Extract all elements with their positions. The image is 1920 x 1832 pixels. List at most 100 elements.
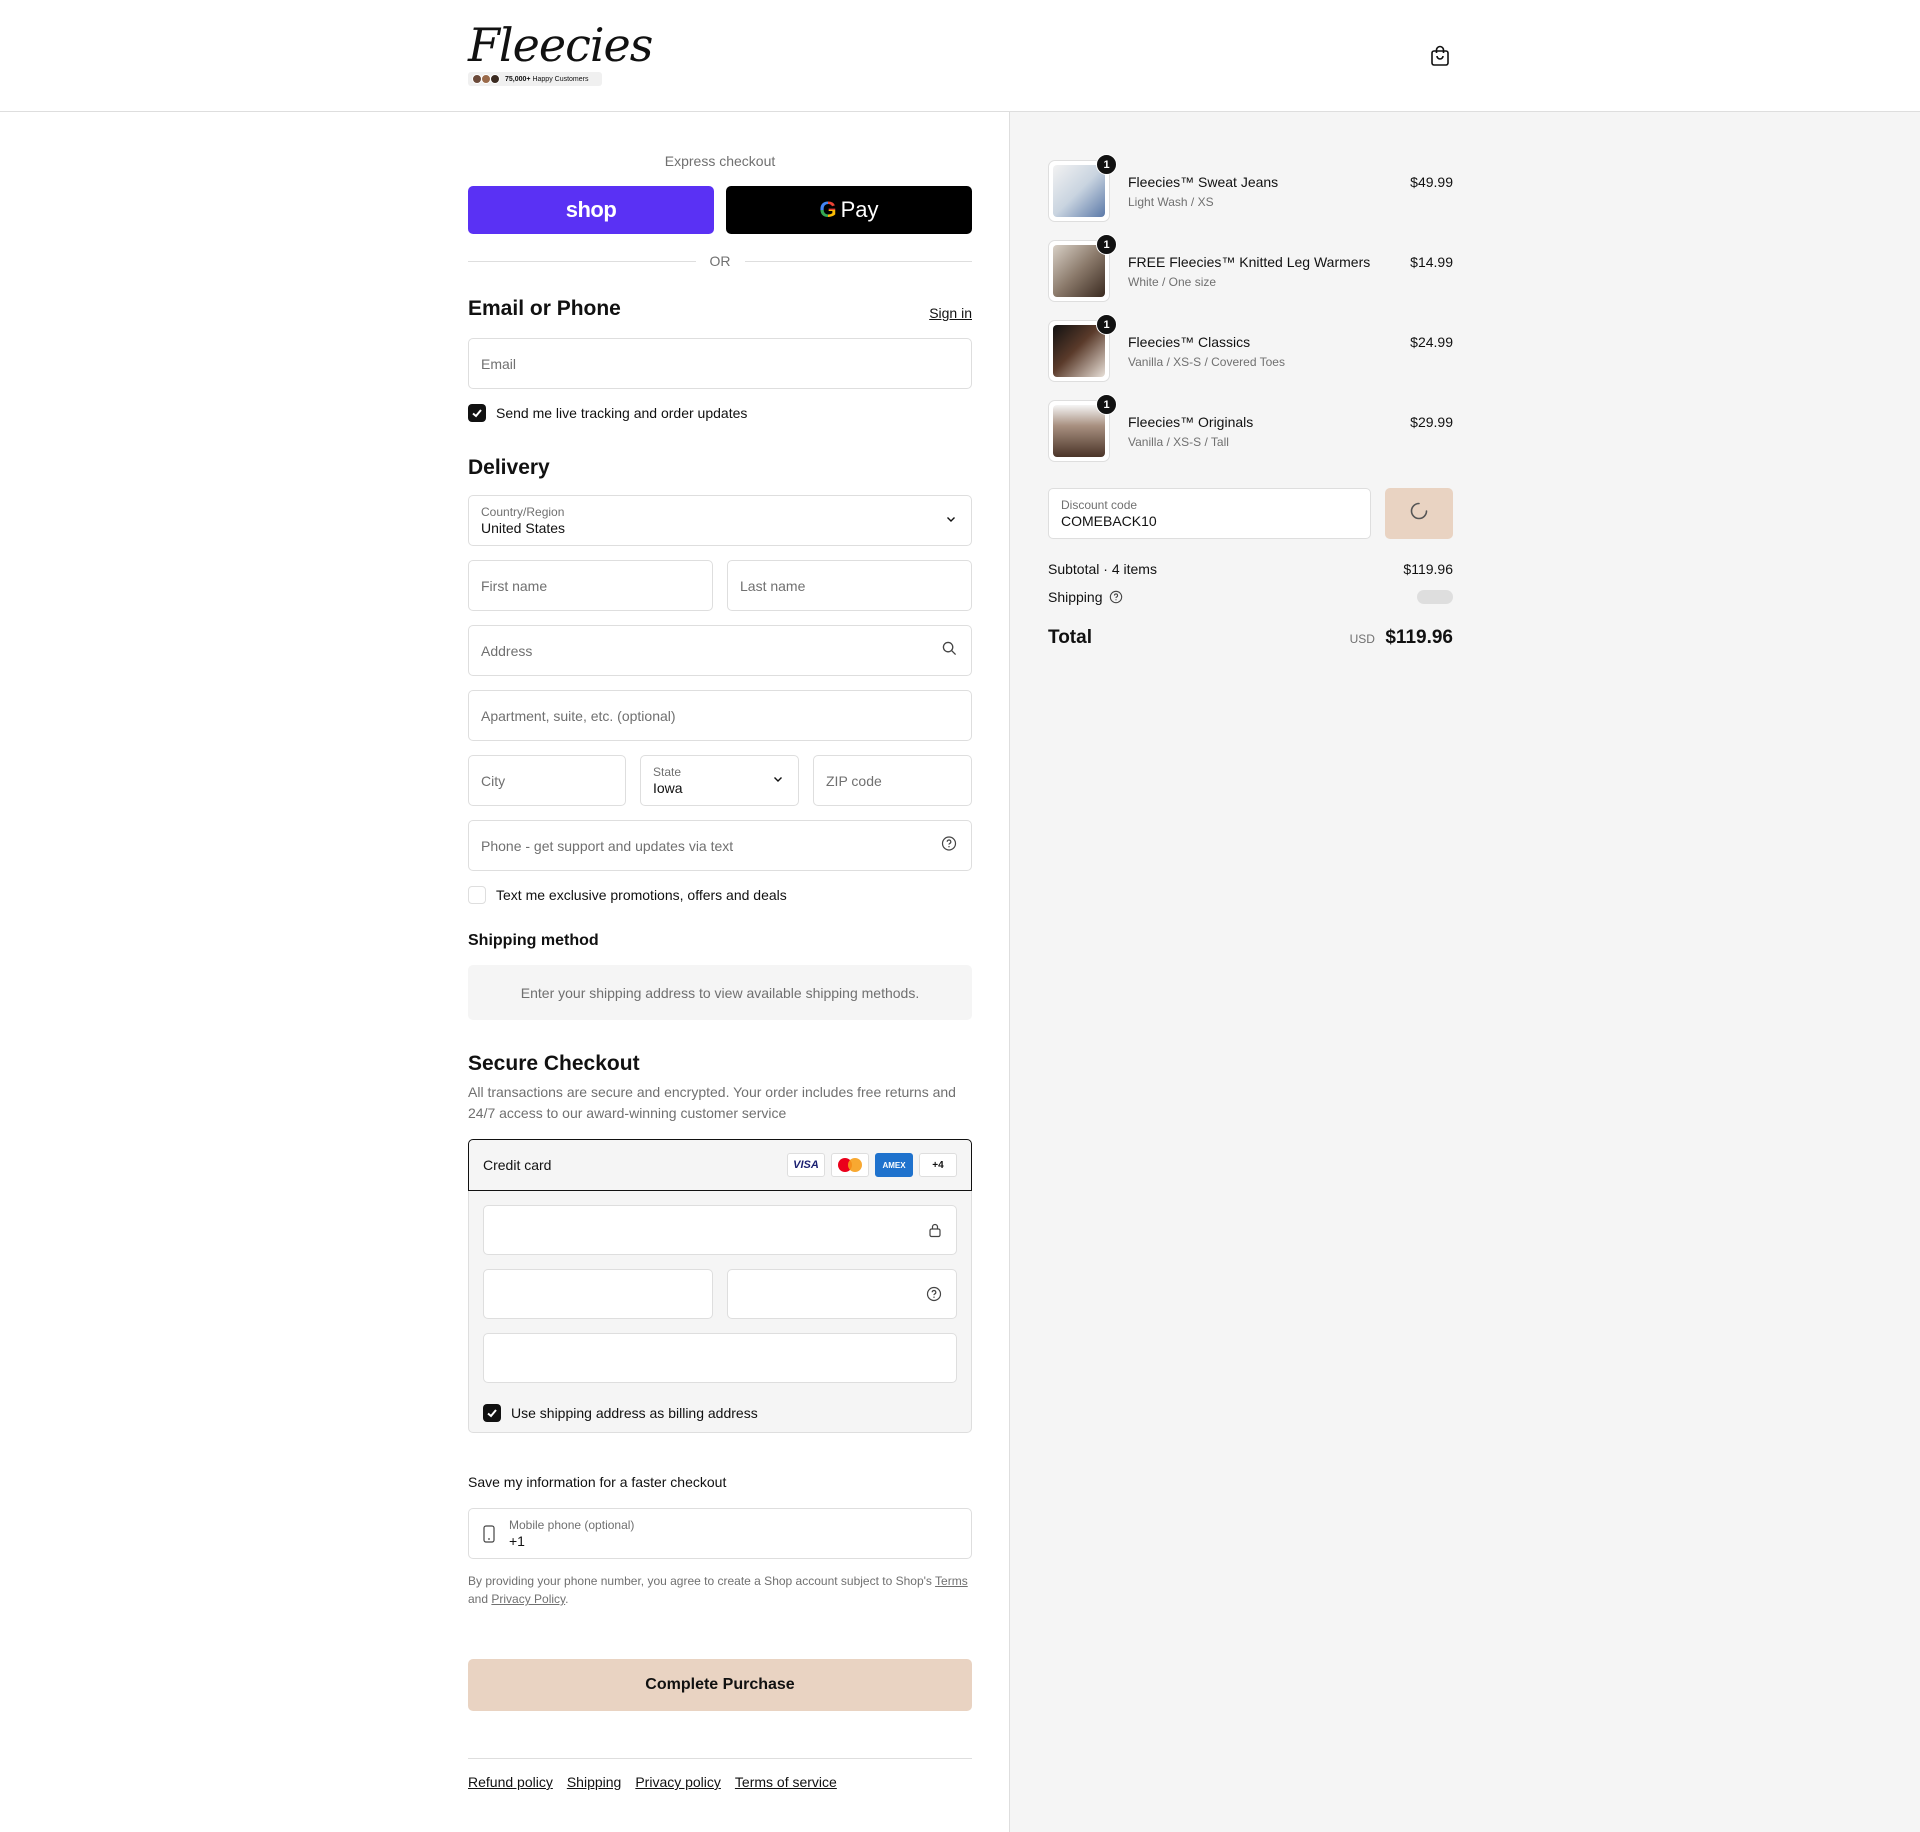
address-placeholder: Address: [481, 642, 533, 659]
privacy-policy-link[interactable]: Privacy policy: [635, 1774, 721, 1790]
line-item: 1 Fleecies™ Classics Vanilla / XS-S / Co…: [1048, 314, 1453, 384]
product-price: $29.99: [1410, 414, 1453, 430]
logo-count: 75,000+: [505, 75, 531, 83]
cart-icon[interactable]: [1428, 44, 1452, 68]
help-icon[interactable]: [1109, 590, 1123, 604]
tracking-checkbox-row[interactable]: Send me live tracking and order updates: [468, 404, 747, 422]
name-on-card-field[interactable]: [483, 1333, 957, 1383]
promo-checkbox-row[interactable]: Text me exclusive promotions, offers and…: [468, 886, 787, 904]
shop-pay-button[interactable]: shop: [468, 186, 714, 234]
google-g-icon: G: [819, 197, 837, 222]
or-divider: OR: [468, 253, 972, 269]
apply-discount-button[interactable]: [1385, 488, 1453, 539]
first-name-field[interactable]: First name: [468, 560, 713, 611]
product-price: $49.99: [1410, 174, 1453, 190]
mobile-phone-field[interactable]: Mobile phone (optional) +1: [468, 1508, 972, 1559]
zip-field[interactable]: ZIP code: [813, 755, 972, 806]
brand-logo[interactable]: Fleecies 75,000+ Happy Customers: [468, 18, 653, 90]
phone-placeholder: Phone - get support and updates via text: [481, 837, 734, 854]
loading-spinner-icon: [1409, 501, 1429, 526]
chevron-down-icon: [772, 772, 784, 790]
country-label: Country/Region: [481, 504, 565, 519]
quantity-badge: 1: [1096, 234, 1117, 255]
legal-and: and: [468, 1592, 489, 1606]
state-select[interactable]: State Iowa: [640, 755, 799, 806]
mobile-phone-icon: [483, 1524, 495, 1543]
complete-purchase-button[interactable]: Complete Purchase: [468, 1659, 972, 1711]
line-item: 1 Fleecies™ Sweat Jeans Light Wash / XS …: [1048, 154, 1453, 224]
terms-link[interactable]: Terms: [935, 1574, 968, 1588]
city-field[interactable]: City: [468, 755, 626, 806]
logo-badge: 75,000+ Happy Customers: [468, 72, 602, 86]
google-pay-button[interactable]: G Pay: [726, 186, 972, 234]
shipping-loading-skeleton: [1417, 590, 1453, 604]
quantity-badge: 1: [1096, 154, 1117, 175]
sign-in-link[interactable]: Sign in: [929, 305, 972, 321]
total-currency: USD: [1349, 632, 1375, 646]
or-label: OR: [709, 253, 731, 269]
product-variant: Vanilla / XS-S / Tall: [1128, 435, 1229, 449]
country-select[interactable]: Country/Region United States: [468, 495, 972, 546]
total-value: $119.96: [1385, 627, 1453, 648]
credit-card-option[interactable]: Credit card VISA AMEX +4: [468, 1139, 972, 1191]
logo-wordmark: Fleecies: [468, 18, 653, 72]
promo-label: Text me exclusive promotions, offers and…: [496, 887, 787, 903]
subtotal-label: Subtotal · 4 items: [1048, 561, 1157, 577]
product-price: $24.99: [1410, 334, 1453, 350]
product-name: Fleecies™ Originals: [1128, 414, 1254, 430]
line-item: 1 FREE Fleecies™ Knitted Leg Warmers Whi…: [1048, 234, 1453, 304]
shipping-label: Shipping: [1048, 589, 1103, 605]
product-name: FREE Fleecies™ Knitted Leg Warmers: [1128, 254, 1371, 270]
logo-tagline-text: Happy Customers: [532, 75, 589, 83]
billing-checkbox[interactable]: [483, 1404, 501, 1422]
product-name: Fleecies™ Sweat Jeans: [1128, 174, 1279, 190]
terms-of-service-link[interactable]: Terms of service: [735, 1774, 837, 1790]
tracking-checkbox[interactable]: [468, 404, 486, 422]
card-brand-logos: VISA AMEX +4: [787, 1153, 957, 1177]
email-field[interactable]: Email: [468, 338, 972, 389]
mastercard-icon: [831, 1153, 869, 1177]
help-icon[interactable]: [926, 1286, 942, 1307]
promo-checkbox[interactable]: [468, 886, 486, 904]
email-placeholder: Email: [481, 355, 517, 372]
quantity-badge: 1: [1096, 394, 1117, 415]
card-number-field[interactable]: [483, 1205, 957, 1255]
shop-pay-label: shop: [565, 197, 617, 222]
phone-field[interactable]: Phone - get support and updates via text: [468, 820, 972, 871]
city-placeholder: City: [481, 772, 506, 789]
subtotal-row: Subtotal · 4 items $119.96: [1048, 561, 1453, 577]
help-icon[interactable]: [941, 835, 957, 856]
country-value: United States: [481, 519, 566, 536]
first-name-placeholder: First name: [481, 577, 548, 594]
discount-code-field[interactable]: Discount code COMEBACK10: [1048, 488, 1371, 539]
expiration-field[interactable]: [483, 1269, 713, 1319]
privacy-policy-link[interactable]: Privacy Policy: [491, 1592, 565, 1606]
subtotal-value: $119.96: [1403, 561, 1453, 577]
product-name: Fleecies™ Classics: [1128, 334, 1251, 350]
tracking-label: Send me live tracking and order updates: [496, 405, 748, 421]
legal-end: .: [565, 1592, 569, 1606]
state-value: Iowa: [653, 779, 683, 796]
lock-icon: [928, 1222, 942, 1243]
address-field[interactable]: Address: [468, 625, 972, 676]
mobile-phone-value: +1: [509, 1532, 525, 1549]
payment-title: Secure Checkout: [468, 1052, 640, 1075]
shipping-policy-link[interactable]: Shipping: [567, 1774, 622, 1790]
billing-checkbox-row[interactable]: Use shipping address as billing address: [483, 1404, 758, 1422]
logo-tagline: 75,000+ Happy Customers: [505, 76, 588, 83]
delivery-title: Delivery: [468, 456, 550, 479]
product-variant: Vanilla / XS-S / Covered Toes: [1128, 355, 1285, 369]
last-name-field[interactable]: Last name: [727, 560, 972, 611]
zip-placeholder: ZIP code: [826, 772, 882, 789]
customer-avatar: [490, 74, 500, 84]
chevron-down-icon: [945, 512, 957, 530]
refund-policy-link[interactable]: Refund policy: [468, 1774, 553, 1790]
shop-legal-text: By providing your phone number, you agre…: [468, 1572, 972, 1608]
legal-prefix: By providing your phone number, you agre…: [468, 1574, 932, 1588]
security-code-field[interactable]: [727, 1269, 957, 1319]
quantity-badge: 1: [1096, 314, 1117, 335]
apartment-field[interactable]: Apartment, suite, etc. (optional): [468, 690, 972, 741]
discount-code-value: COMEBACK10: [1061, 513, 1157, 529]
state-label: State: [653, 764, 682, 779]
visa-icon: VISA: [787, 1153, 825, 1177]
